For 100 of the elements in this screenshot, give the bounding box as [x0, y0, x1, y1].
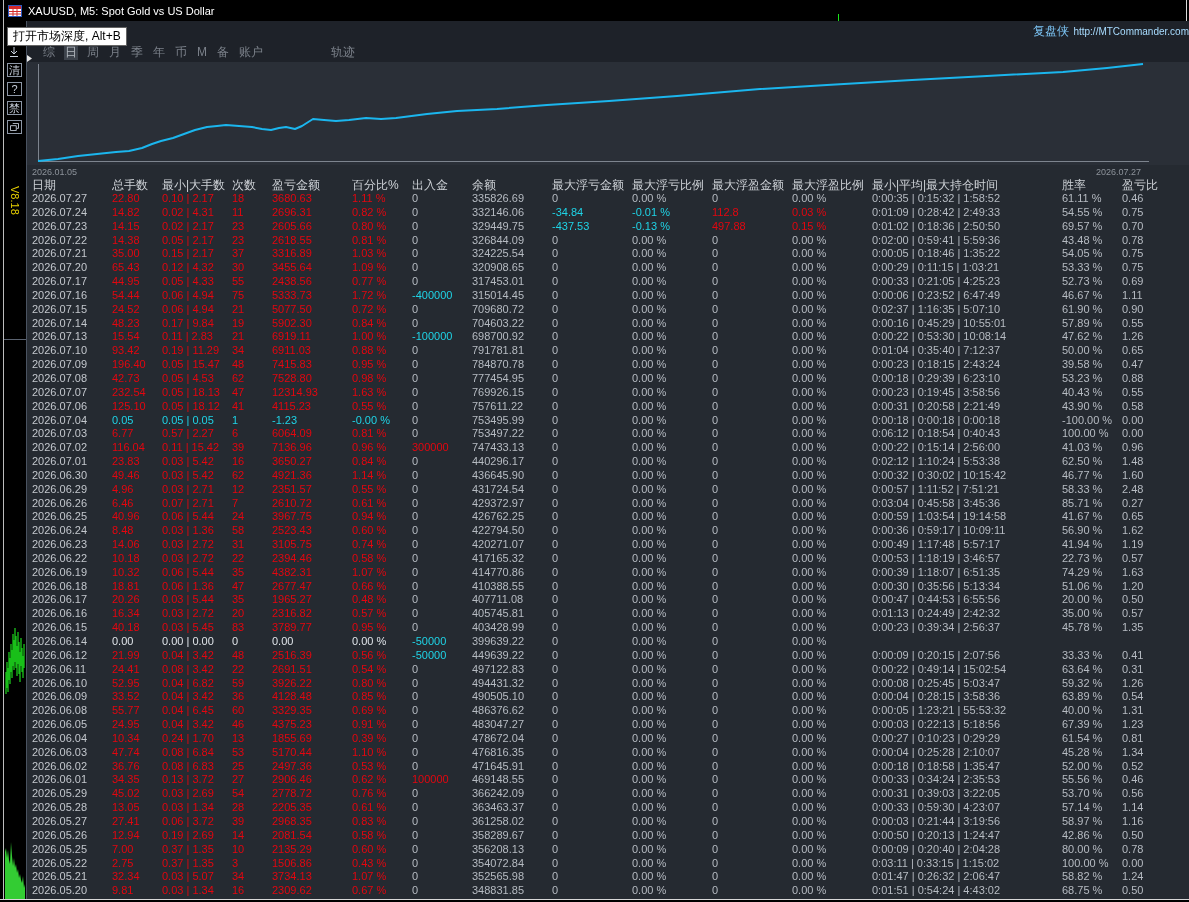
table-cell-text: 0: [552, 247, 560, 262]
table-cell-text: -0.13 %: [632, 219, 671, 234]
period-tab[interactable]: 季: [130, 43, 144, 60]
table-cell-text: 2.75: [112, 856, 135, 871]
table-cell-text: 0: [552, 621, 560, 635]
table-cell-text: 0: [412, 870, 420, 885]
table-cell-text: 0.00 %: [632, 316, 668, 331]
table-cell-text: 0: [552, 192, 560, 206]
table-cell-text: 46: [232, 718, 246, 732]
table-cell-text: 6919.11: [272, 330, 312, 345]
table-cell-text: 0.00 %: [632, 510, 668, 525]
period-tab[interactable]: 币: [174, 43, 188, 60]
table-cell-text: 2026.06.02: [32, 759, 89, 774]
table-cell-text: 61.90 %: [1062, 302, 1104, 317]
table-cell-text: 93.42: [112, 344, 141, 359]
table-cell-text: 0: [552, 427, 560, 442]
table-cell-text: 1.62: [1122, 524, 1145, 539]
table-cell-text: 0: [552, 358, 560, 372]
table-cell-text: 1.23: [1122, 718, 1145, 732]
table-cell-text: 3734.13: [272, 870, 313, 885]
table-cell-text: 45.02: [112, 787, 141, 802]
table-cell-text: 0.00 %: [792, 371, 828, 386]
table-cell-text: 0: [712, 344, 720, 359]
table-cell-text: 0:01:47 | 0:26:32 | 2:06:47: [872, 870, 1002, 885]
period-tab[interactable]: 年: [152, 43, 166, 60]
side-toolbar-button[interactable]: 清: [7, 63, 22, 77]
table-cell-text: 0.02 | 4.31: [162, 205, 215, 220]
table-cell-text: 436645.90: [472, 468, 525, 483]
table-cell-text: 2026.05.28: [32, 801, 89, 815]
table-cell-text: 0.03 | 5.42: [162, 468, 215, 483]
period-tab[interactable]: 周: [86, 43, 100, 60]
period-tab[interactable]: 备: [216, 43, 230, 60]
period-tab[interactable]: 账户: [238, 43, 264, 60]
period-tab[interactable]: 综: [42, 43, 56, 60]
table-cell-text: 0.00 %: [632, 635, 668, 649]
table-cell-text: 2438.56: [272, 275, 313, 289]
table-cell-text: 35: [232, 565, 246, 580]
column-header: 次数: [232, 178, 257, 192]
table-cell-text: 0: [552, 884, 560, 899]
table-cell-text: 0: [552, 551, 560, 566]
table-cell-text: 0.00 %: [632, 731, 668, 746]
down-arrow-icon[interactable]: [8, 47, 20, 57]
table-cell-text: 0.24 | 1.70: [162, 731, 215, 746]
table-cell-text: 0.70: [1122, 219, 1145, 234]
table-cell-text: 1.16: [1122, 814, 1145, 829]
table-cell-text: 791781.81: [472, 344, 525, 359]
table-cell-text: 61.54 %: [1062, 731, 1104, 746]
table-cell-text: 0.81 %: [352, 233, 388, 248]
table-cell-text: 10.18: [112, 551, 141, 566]
table-cell-text: 0.80 %: [352, 219, 388, 234]
table-cell-text: 2205.35: [272, 801, 313, 815]
table-cell-text: 0: [412, 316, 420, 331]
table-cell-text: 6.77: [112, 427, 135, 442]
period-tab[interactable]: M: [196, 43, 208, 60]
table-cell-text: 3680.63: [272, 192, 313, 206]
table-cell-text: 0:00:27 | 0:10:23 | 0:29:29: [872, 731, 1002, 746]
table-cell-text: 478672.04: [472, 731, 525, 746]
table-cell-text: 0: [552, 731, 560, 746]
table-cell-text: 2516.39: [272, 648, 313, 663]
table-cell-text: 1.11 %: [352, 192, 387, 206]
table-cell-text: 2026.05.20: [32, 884, 89, 899]
table-cell-text: 0.00: [1122, 413, 1145, 428]
table-cell-text: 0:00:29 | 0:11:15 | 1:03:21: [872, 261, 1001, 276]
table-cell-text: 0: [412, 842, 420, 857]
table-cell-text: 0:00:05 | 1:23:21 | 55:53:32: [872, 704, 1008, 719]
website-link[interactable]: http://MTCommander.com: [1073, 25, 1189, 37]
window-title: XAUUSD, M5: Spot Gold vs US Dollar: [28, 4, 215, 17]
period-tab[interactable]: 月: [108, 43, 122, 60]
table-cell-text: 0.84 %: [352, 455, 388, 469]
side-toolbar-button[interactable]: ?: [7, 82, 22, 96]
table-cell-text: 0: [412, 524, 420, 539]
table-cell-text: 0: [712, 538, 720, 552]
table-cell-text: 53: [232, 745, 246, 760]
period-tab[interactable]: 轨迹: [330, 43, 356, 60]
table-cell-text: 0:00:39 | 1:18:07 | 6:51:35: [872, 565, 1002, 580]
table-cell-text: 0: [712, 718, 720, 732]
table-cell-text: 0.05 | 15.47: [162, 358, 221, 372]
table-cell-text: 0.06 | 4.94: [162, 288, 215, 303]
table-cell-text: 0:00:05 | 0:18:46 | 1:35:22: [872, 247, 1002, 262]
table-cell-text: 366242.09: [472, 787, 525, 802]
table-cell-text: 0.00 %: [632, 856, 668, 871]
table-cell-text: 34: [232, 344, 246, 359]
table-cell-text: 0.88: [1122, 371, 1145, 386]
table-cell-text: 0.62 %: [352, 773, 388, 788]
table-cell-text: 0.37 | 1.35: [162, 856, 215, 871]
table-cell-text: 0.00 %: [352, 635, 388, 649]
table-cell-text: 0:01:13 | 0:24:49 | 2:42:32: [872, 607, 1002, 622]
table-cell-text: 7415.83: [272, 358, 313, 372]
expand-arrow-icon[interactable]: [27, 55, 32, 62]
table-cell-text: 0.46: [1122, 773, 1145, 788]
table-cell-text: 15.54: [112, 330, 141, 345]
table-cell-text: 2026.07.15: [32, 302, 89, 317]
side-toolbar-button[interactable]: 禁: [7, 101, 22, 115]
table-cell-text: 0.08 | 3.42: [162, 662, 215, 677]
table-cell-text: 0: [552, 344, 560, 359]
window-restore-button[interactable]: [7, 120, 22, 134]
table-cell-text: 54.05 %: [1062, 247, 1104, 262]
table-cell-text: 0.65: [1122, 510, 1145, 525]
table-cell-text: 0:01:09 | 0:28:42 | 2:49:33: [872, 205, 1002, 220]
table-cell-text: 19: [232, 316, 246, 331]
